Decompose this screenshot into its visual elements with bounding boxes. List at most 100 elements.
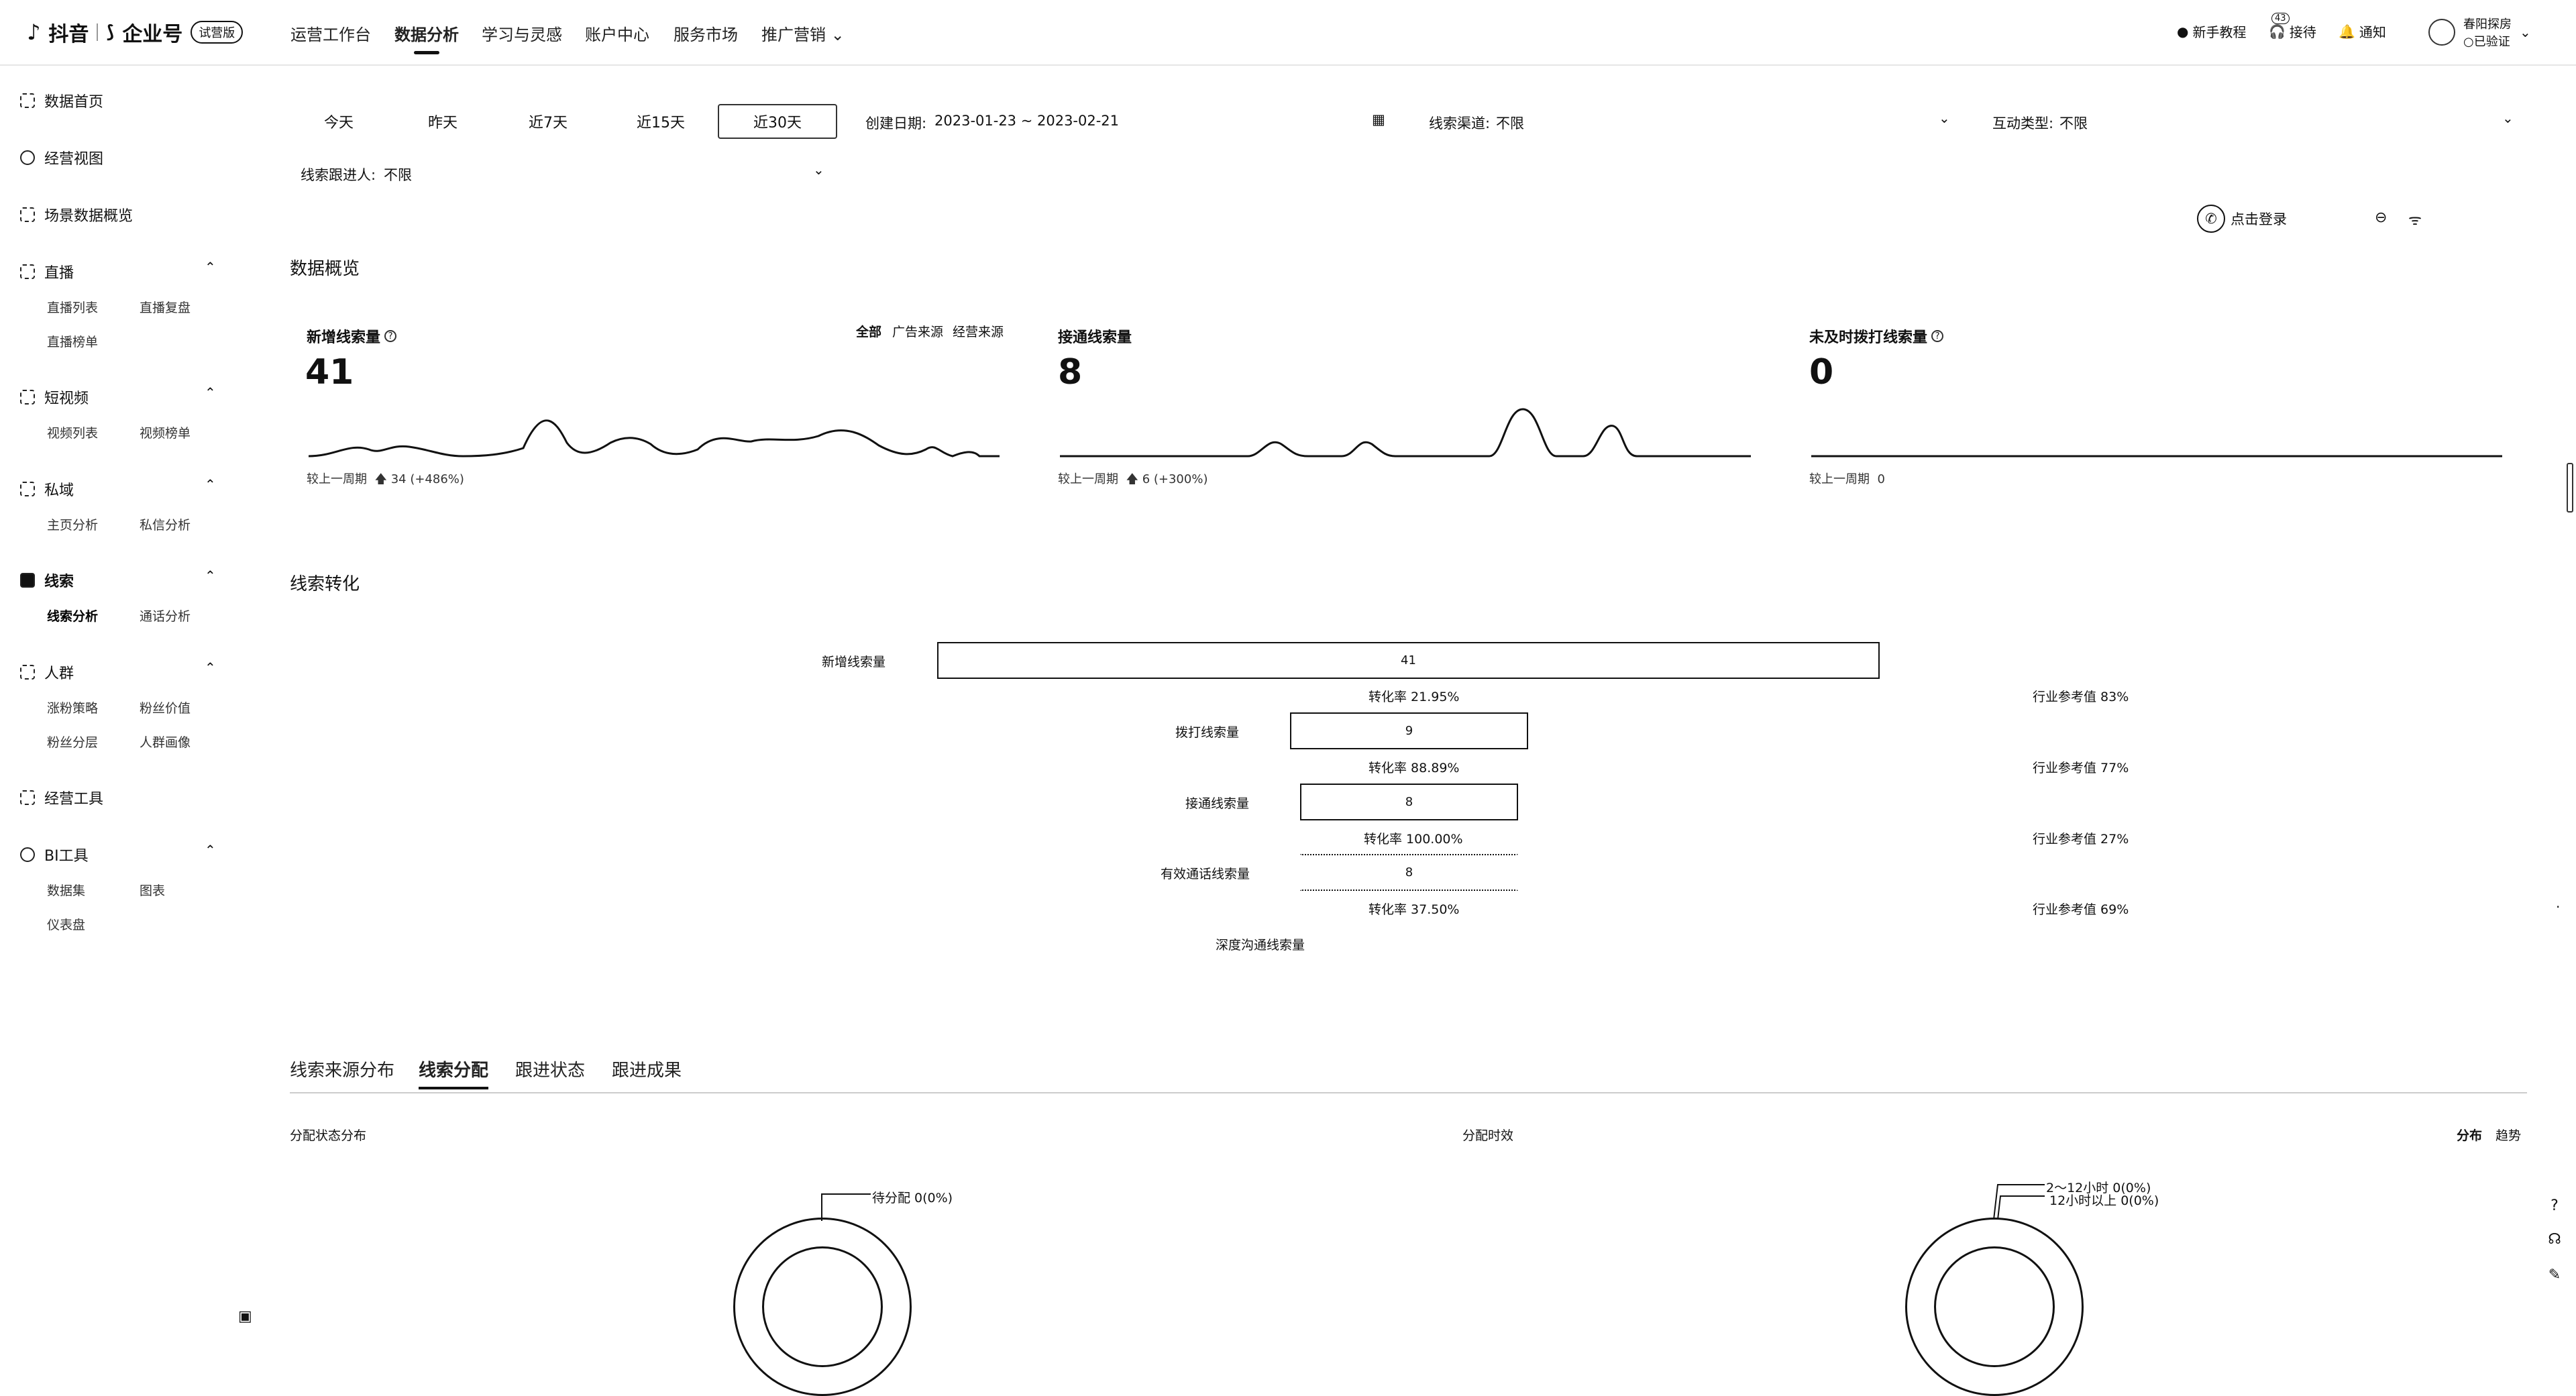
funnel-bar-deep: 3 xyxy=(1352,956,1466,963)
card-title-connected-leads: 接通线索量 xyxy=(1058,329,1132,346)
follower-select[interactable]: 不限 xyxy=(384,164,412,184)
sidebar-item-business-tool[interactable]: 经营工具 xyxy=(20,787,103,808)
sidebar-sub-video-list[interactable]: 视频列表 xyxy=(47,423,98,441)
sidebar-sub-message-analysis[interactable]: 私信分析 xyxy=(140,515,191,533)
sidebar-sub-live-review[interactable]: 直播复盘 xyxy=(140,298,191,316)
reception-link[interactable]: 🎧 43 接待 xyxy=(2269,12,2316,41)
arrow-up-icon: 🡅 xyxy=(1126,472,1138,486)
date-yesterday-button[interactable]: 昨天 xyxy=(392,104,493,139)
sidebar-item-scene-overview[interactable]: 场景数据概览 xyxy=(20,204,133,225)
sidebar-item-leads[interactable]: 线索 xyxy=(20,570,74,591)
sidebar-item-business-view[interactable]: 经营视图 xyxy=(20,147,103,168)
chevron-up-icon[interactable]: ⌃ xyxy=(205,568,216,584)
sidebar-sub-fan-tier[interactable]: 粉丝分层 xyxy=(47,733,98,751)
nav-item-learning[interactable]: 学习与灵感 xyxy=(482,21,562,45)
tutorial-link[interactable]: ● 新手教程 xyxy=(2177,21,2246,41)
trend-line-missed-leads xyxy=(1811,455,2502,458)
help-icon[interactable]: ? xyxy=(384,330,397,342)
bi-tool-icon xyxy=(20,847,35,862)
funnel-title: 线索转化 xyxy=(290,574,360,594)
sidebar-sub-leads-analysis[interactable]: 线索分析 xyxy=(47,606,98,625)
chevron-up-icon[interactable]: ⌃ xyxy=(205,476,216,492)
tab-lead-source[interactable]: 线索来源分布 xyxy=(290,1057,394,1081)
created-date-range[interactable]: 2023-01-23 ~ 2023-02-21 xyxy=(934,113,1119,129)
sidebar: 数据首页 经营视图 场景数据概览 直播 ⌃ 直播列表 直播复盘 直播榜单 短视频… xyxy=(0,64,268,1338)
sidebar-sub-chart[interactable]: 图表 xyxy=(140,881,165,899)
overview-title: 数据概览 xyxy=(290,259,360,279)
tab-follow-result[interactable]: 跟进成果 xyxy=(612,1057,682,1081)
tab-divider xyxy=(290,1092,2527,1093)
nav-item-account[interactable]: 账户中心 xyxy=(585,21,649,45)
source-filter-ad[interactable]: 广告来源 xyxy=(892,322,943,340)
sidebar-item-live[interactable]: 直播 xyxy=(20,261,74,282)
date-today-button[interactable]: 今天 xyxy=(288,104,389,139)
date-30days-button[interactable]: 近30天 xyxy=(718,104,837,139)
toggle-distribution[interactable]: 分布 xyxy=(2457,1126,2482,1144)
sidebar-sub-live-rank[interactable]: 直播榜单 xyxy=(47,332,98,350)
funnel-ref-4: 行业参考值 69% xyxy=(2033,902,2129,917)
collapse-sidebar-icon[interactable]: ▣ xyxy=(238,1308,252,1325)
sidebar-sub-homepage-analysis[interactable]: 主页分析 xyxy=(47,515,98,533)
top-navigation: ♪ 抖音 ⟆ 企业号 试营版 运营工作台 数据分析 学习与灵感 账户中心 服务市… xyxy=(0,0,2576,66)
nav-item-promotion[interactable]: 推广营销 ⌄ xyxy=(761,21,845,45)
user-menu[interactable]: 春阳探房 ○已验证 ⌄ xyxy=(2428,15,2531,50)
sidebar-item-video[interactable]: 短视频 xyxy=(20,386,89,408)
channel-select[interactable]: 不限 xyxy=(1496,113,1524,133)
sidebar-item-bi-tool[interactable]: BI工具 xyxy=(20,844,89,865)
login-button[interactable]: ✆ 点击登录 xyxy=(2197,205,2287,233)
brand-badge: 试营版 xyxy=(191,21,244,44)
card-compare-missed-leads: 较上一周期 0 xyxy=(1809,472,1885,486)
help-circle-icon[interactable]: ? xyxy=(2546,1197,2563,1215)
tab-lead-assign[interactable]: 线索分配 xyxy=(419,1057,489,1089)
label-pending-assign: 待分配 0(0%) xyxy=(872,1191,953,1205)
date-7days-button[interactable]: 近7天 xyxy=(498,104,598,139)
sidebar-sub-video-rank[interactable]: 视频榜单 xyxy=(140,423,191,441)
more-icon[interactable]: · xyxy=(2556,899,2560,915)
funnel-ref-2: 行业参考值 77% xyxy=(2033,761,2129,775)
funnel-label-effective: 有效通话线索量 xyxy=(1161,867,1250,881)
donut-assign-timeliness-inner xyxy=(1934,1246,2055,1367)
sidebar-sub-fan-strategy[interactable]: 涨粉策略 xyxy=(47,698,98,716)
nav-item-workbench[interactable]: 运营工作台 xyxy=(290,21,371,45)
chevron-down-icon[interactable]: ⌄ xyxy=(813,162,824,178)
sidebar-sub-fan-value[interactable]: 粉丝价值 xyxy=(140,698,191,716)
sidebar-item-private-domain[interactable]: 私域 xyxy=(20,478,74,500)
chevron-up-icon[interactable]: ⌃ xyxy=(205,659,216,676)
calendar-icon[interactable]: ▦ xyxy=(1372,111,1385,127)
source-filter-all[interactable]: 全部 xyxy=(856,322,881,340)
phone-icon: ✆ xyxy=(2197,205,2225,233)
card-compare-connected-leads: 较上一周期 🡅 6 (+300%) xyxy=(1058,472,1208,486)
arrow-up-icon: 🡅 xyxy=(374,472,387,486)
sidebar-sub-crowd-portrait[interactable]: 人群画像 xyxy=(140,733,191,751)
nav-item-market[interactable]: 服务市场 xyxy=(674,21,738,45)
verified-status: ○已验证 xyxy=(2463,35,2510,49)
source-filter-business[interactable]: 经营来源 xyxy=(953,322,1004,340)
assign-timeliness-title: 分配时效 xyxy=(1462,1128,1514,1143)
sidebar-item-data-home[interactable]: 数据首页 xyxy=(20,90,103,111)
funnel-rate-4: 转化率 37.50% xyxy=(1368,902,1460,917)
brand[interactable]: ♪ 抖音 ⟆ 企业号 试营版 xyxy=(27,17,244,47)
interact-type-select[interactable]: 不限 xyxy=(2059,113,2088,133)
customer-service-icon[interactable]: ☊ xyxy=(2546,1231,2563,1248)
date-15days-button[interactable]: 近15天 xyxy=(610,104,711,139)
tab-follow-status[interactable]: 跟进状态 xyxy=(515,1057,585,1081)
help-icon[interactable]: ? xyxy=(1931,330,1944,342)
chevron-up-icon[interactable]: ⌃ xyxy=(205,842,216,858)
chevron-up-icon[interactable]: ⌃ xyxy=(205,384,216,400)
sidebar-sub-live-list[interactable]: 直播列表 xyxy=(47,298,98,316)
feedback-icon[interactable]: ✎ xyxy=(2546,1267,2563,1284)
notify-link[interactable]: 🔔 通知 xyxy=(2339,21,2386,41)
toggle-trend[interactable]: 趋势 xyxy=(2496,1126,2521,1144)
sidebar-sub-dataset[interactable]: 数据集 xyxy=(47,881,85,899)
chevron-up-icon[interactable]: ⌃ xyxy=(205,259,216,275)
sidebar-sub-dashboard[interactable]: 仪表盘 xyxy=(47,915,85,933)
data-home-icon xyxy=(20,93,35,108)
scrollbar-thumb[interactable] xyxy=(2567,463,2573,513)
nav-item-data-analysis[interactable]: 数据分析 xyxy=(394,21,459,54)
sidebar-item-crowd[interactable]: 人群 xyxy=(20,661,74,683)
sidebar-sub-call-analysis[interactable]: 通话分析 xyxy=(140,606,191,625)
chevron-down-icon[interactable]: ⌄ xyxy=(1939,110,1950,126)
funnel-bar-connected: 8 xyxy=(1300,784,1518,820)
chevron-down-icon[interactable]: ⌄ xyxy=(2502,110,2514,126)
label-over-12h: 12小时以上 0(0%) xyxy=(2049,1193,2159,1208)
